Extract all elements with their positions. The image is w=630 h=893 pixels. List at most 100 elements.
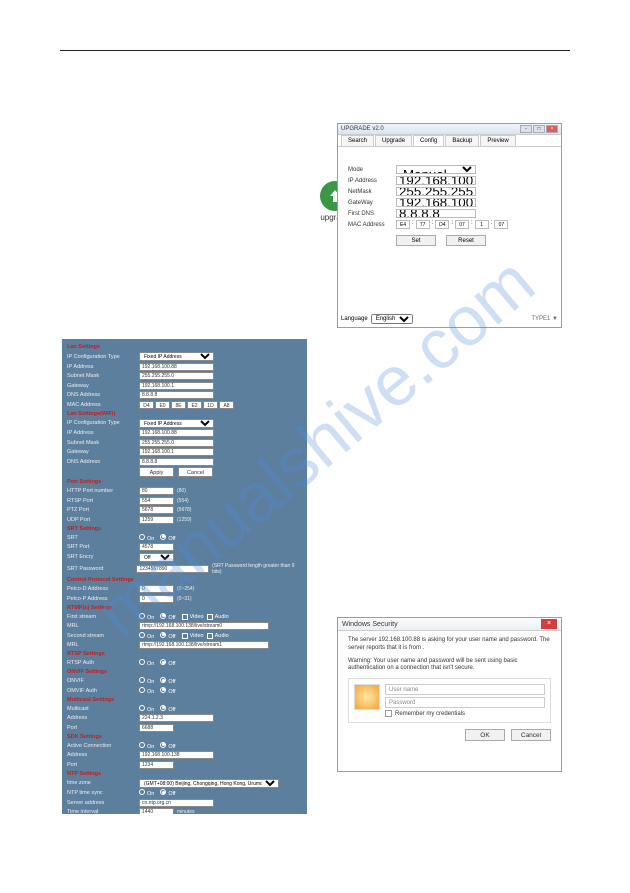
reset-button[interactable]: Reset xyxy=(446,235,486,246)
onvifauth-off[interactable] xyxy=(160,687,166,693)
srt-off[interactable] xyxy=(160,534,166,540)
apply-button[interactable]: Apply xyxy=(139,467,174,477)
security-close-button[interactable]: × xyxy=(541,619,557,629)
iptype2-select[interactable]: Fixed IP Address xyxy=(139,419,214,428)
username-input[interactable]: User name xyxy=(385,684,545,695)
netmask-input[interactable] xyxy=(396,187,476,196)
mrl2[interactable] xyxy=(139,641,269,649)
mac-0[interactable] xyxy=(396,220,410,229)
pelco-d[interactable] xyxy=(139,585,174,593)
tab-search[interactable]: Search xyxy=(341,135,374,146)
srt-password[interactable] xyxy=(136,565,209,573)
time-interval[interactable] xyxy=(139,808,174,814)
ptz-port[interactable] xyxy=(139,506,174,514)
onvif-heading: ONVIF Settings xyxy=(67,669,302,675)
http-port[interactable] xyxy=(139,487,174,495)
onvif-off[interactable] xyxy=(160,677,166,683)
cancel-button[interactable]: Cancel xyxy=(178,467,213,477)
fs-on[interactable] xyxy=(139,613,145,619)
ss-on[interactable] xyxy=(139,632,145,638)
ss-off[interactable] xyxy=(160,632,166,638)
onvif-on[interactable] xyxy=(139,677,145,683)
mc-off[interactable] xyxy=(160,705,166,711)
wifi-dns[interactable] xyxy=(139,458,214,466)
fs-audio-cb[interactable] xyxy=(207,614,213,620)
rtmp-heading: RTMP(s) Settings xyxy=(67,605,302,611)
mac-2[interactable] xyxy=(435,220,449,229)
sdk-addr[interactable] xyxy=(139,751,214,759)
mac-4[interactable] xyxy=(475,220,489,229)
mode-select[interactable]: Manual xyxy=(396,165,476,174)
mac-label: MAC Address xyxy=(348,222,396,228)
ip-label: IP Address xyxy=(348,178,396,184)
remember-checkbox[interactable] xyxy=(385,710,392,717)
window-footer: Language English TYPE1 ▼ xyxy=(341,314,558,324)
sdk-port[interactable] xyxy=(139,761,174,769)
ss-audio-cb[interactable] xyxy=(207,633,213,639)
wifi-gw[interactable] xyxy=(139,448,214,456)
tab-backup[interactable]: Backup xyxy=(445,135,479,146)
ac-on[interactable] xyxy=(139,742,145,748)
tab-preview[interactable]: Preview xyxy=(480,135,515,146)
mac-3[interactable] xyxy=(455,220,469,229)
wifi-ip[interactable] xyxy=(139,429,214,437)
cancel-button[interactable]: Cancel xyxy=(511,729,551,741)
maximize-button[interactable]: □ xyxy=(533,125,545,133)
tab-row: Search Upgrade Config Backup Preview xyxy=(338,135,561,147)
srt-on[interactable] xyxy=(139,534,145,540)
settings-panel: Lan Settings IP Configuration TypeFixed … xyxy=(62,339,307,814)
ok-button[interactable]: OK xyxy=(465,729,505,741)
ac-off[interactable] xyxy=(160,742,166,748)
mc-on[interactable] xyxy=(139,705,145,711)
nts-off[interactable] xyxy=(160,789,166,795)
gateway-label: GateWay xyxy=(348,200,396,206)
lan-ip[interactable] xyxy=(139,363,214,371)
wifi-sm[interactable] xyxy=(139,439,214,447)
pelco-p[interactable] xyxy=(139,595,174,603)
password-input[interactable]: Password xyxy=(385,697,545,708)
fs-off[interactable] xyxy=(160,613,166,619)
lan-sm[interactable] xyxy=(139,372,214,380)
set-button[interactable]: Set xyxy=(396,235,436,246)
tab-upgrade[interactable]: Upgrade xyxy=(375,135,412,146)
tab-config[interactable]: Config xyxy=(413,135,444,146)
gateway-input[interactable] xyxy=(396,198,476,207)
sdk-heading: SDK Settings xyxy=(67,734,302,740)
config-window: UPGRADE v2.0 - □ × Search Upgrade Config… xyxy=(337,123,562,328)
mrl1[interactable] xyxy=(139,622,269,630)
ss-video-cb[interactable] xyxy=(182,633,188,639)
rtsp2-heading: RTSP Settings xyxy=(67,651,302,657)
lan-heading: Lan Settings xyxy=(67,344,302,350)
lang-label: Language xyxy=(341,316,368,322)
dns-input[interactable] xyxy=(396,209,476,218)
mac-5[interactable] xyxy=(494,220,508,229)
onvifauth-on[interactable] xyxy=(139,687,145,693)
srt-port[interactable] xyxy=(139,543,174,551)
iptype-select[interactable]: Fixed IP Address xyxy=(139,352,214,361)
ip-input[interactable] xyxy=(396,176,476,185)
port-heading: Port Settings xyxy=(67,479,302,485)
server-addr[interactable] xyxy=(139,799,214,807)
srt-encry[interactable]: Off xyxy=(139,553,174,562)
udp-port[interactable] xyxy=(139,516,174,524)
mc-addr[interactable] xyxy=(139,714,214,722)
mc-port[interactable] xyxy=(139,724,174,732)
mc-heading: Multicast Settings xyxy=(67,697,302,703)
lang-select[interactable]: English xyxy=(371,314,413,324)
lan-gw[interactable] xyxy=(139,382,214,390)
fs-video-cb[interactable] xyxy=(182,614,188,620)
tz-select[interactable]: (GMT+08:00) Beijing, Chongqing, Hong Kon… xyxy=(139,779,279,788)
titlebar: UPGRADE v2.0 - □ × xyxy=(338,124,561,135)
lan-dns[interactable] xyxy=(139,391,214,399)
nts-on[interactable] xyxy=(139,789,145,795)
credentials-box: User name Password Remember my credentia… xyxy=(348,678,551,723)
close-button[interactable]: × xyxy=(546,125,558,133)
minimize-button[interactable]: - xyxy=(520,125,532,133)
mac-1[interactable] xyxy=(416,220,430,229)
mac-group[interactable]: : : : : : xyxy=(396,220,508,229)
rtspauth-on[interactable] xyxy=(139,659,145,665)
rtspauth-off[interactable] xyxy=(160,659,166,665)
rtsp-port[interactable] xyxy=(139,497,174,505)
window-title: UPGRADE v2.0 xyxy=(341,126,520,132)
footer-type: TYPE1 xyxy=(531,316,550,322)
